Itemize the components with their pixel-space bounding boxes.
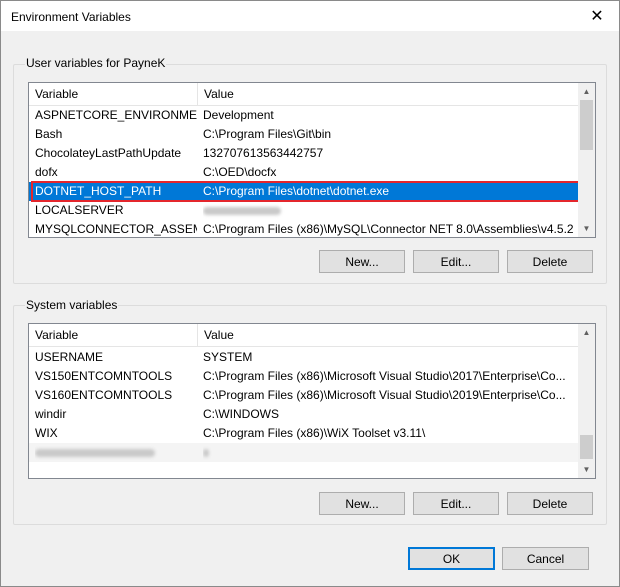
variable-value: C:\Program Files (x86)\Microsoft Visual … — [203, 369, 566, 383]
system-variables-label: System variables — [25, 298, 119, 312]
variable-name: VS150ENTCOMNTOOLS — [35, 369, 173, 383]
column-header-variable[interactable]: Variable — [29, 324, 198, 346]
cancel-button[interactable]: Cancel — [502, 547, 589, 570]
close-button[interactable]: ✕ — [575, 1, 619, 31]
system-delete-button[interactable]: Delete — [507, 492, 593, 515]
system-new-button[interactable]: New... — [319, 492, 405, 515]
list-item[interactable]: DOTNET_HOST_PATH C:\Program Files\dotnet\… — [29, 181, 580, 202]
variable-name: DOTNET_HOST_PATH — [35, 184, 162, 198]
variable-name: LOCALSERVER — [35, 203, 124, 217]
title-bar: Environment Variables ✕ — [1, 1, 619, 31]
column-header-value[interactable]: Value — [198, 324, 578, 346]
variable-value: 132707613563442757 — [203, 146, 324, 160]
vertical-scrollbar[interactable]: ▲ ▼ — [578, 324, 595, 478]
redacted-text — [203, 206, 281, 215]
variable-value: C:\Program Files (x86)\WiX Toolset v3.11… — [203, 426, 426, 440]
user-variables-label: User variables for PayneK — [25, 56, 167, 70]
system-variables-list[interactable]: Variable Value USERNAME SYSTEM VS150ENTCOM… — [28, 323, 596, 479]
scrollbar-thumb[interactable] — [580, 435, 593, 459]
column-header-variable[interactable]: Variable — [29, 83, 198, 105]
close-icon: ✕ — [590, 8, 604, 25]
user-delete-button[interactable]: Delete — [507, 250, 593, 273]
user-new-button[interactable]: New... — [319, 250, 405, 273]
scrollbar-thumb[interactable] — [580, 100, 593, 150]
system-variables-rows: USERNAME SYSTEM VS150ENTCOMNTOOLS C:\Progra… — [29, 348, 578, 478]
redacted-text — [203, 448, 209, 457]
column-header-value[interactable]: Value — [198, 83, 578, 105]
variable-name: USERNAME — [35, 350, 104, 364]
list-item[interactable]: USERNAME SYSTEM — [29, 348, 578, 367]
variable-name: dofx — [35, 165, 58, 179]
variable-name: VS160ENTCOMNTOOLS — [35, 388, 173, 402]
list-item[interactable]: MYSQLCONNECTOR_ASSEM... C:\Program Files … — [29, 220, 578, 237]
variable-value: SYSTEM — [203, 350, 253, 364]
system-edit-button[interactable]: Edit... — [413, 492, 499, 515]
vertical-scrollbar[interactable]: ▲ ▼ — [578, 83, 595, 237]
chevron-up-icon[interactable]: ▲ — [578, 83, 595, 100]
list-item[interactable]: dofx C:\OED\docfx — [29, 163, 578, 182]
list-header: Variable Value — [29, 324, 578, 347]
variable-value — [203, 201, 576, 220]
list-item[interactable] — [29, 443, 578, 462]
list-item[interactable]: VS160ENTCOMNTOOLS C:\Program Files (x86)\… — [29, 386, 578, 405]
list-item[interactable]: ChocolateyLastPathUpdate 1327076135634427… — [29, 144, 578, 163]
variable-name: windir — [35, 407, 67, 421]
redacted-text — [35, 448, 155, 457]
variable-value — [203, 443, 576, 462]
variable-value: C:\WINDOWS — [203, 407, 279, 421]
variable-value: Development — [203, 108, 274, 122]
list-item[interactable]: Bash C:\Program Files\Git\bin — [29, 125, 578, 144]
list-item[interactable]: windir C:\WINDOWS — [29, 405, 578, 424]
list-item[interactable]: VS150ENTCOMNTOOLS C:\Program Files (x86)\… — [29, 367, 578, 386]
ok-button[interactable]: OK — [408, 547, 495, 570]
variable-value: C:\OED\docfx — [203, 165, 277, 179]
variable-value: C:\Program Files (x86)\MySQL\Connector N… — [203, 222, 574, 236]
variable-name: WIX — [35, 426, 58, 440]
chevron-down-icon[interactable]: ▼ — [578, 461, 595, 478]
variable-name: MYSQLCONNECTOR_ASSEM... — [35, 222, 197, 236]
variable-name: Bash — [35, 127, 63, 141]
variable-name: ASPNETCORE_ENVIRONMENT — [35, 108, 197, 122]
list-item[interactable]: LOCALSERVER — [29, 201, 578, 220]
list-item[interactable]: ASPNETCORE_ENVIRONMENT Development — [29, 106, 578, 125]
user-variables-rows: ASPNETCORE_ENVIRONMENT Development Bash C:\… — [29, 106, 580, 237]
variable-name — [35, 443, 197, 462]
user-edit-button[interactable]: Edit... — [413, 250, 499, 273]
environment-variables-dialog: Environment Variables ✕ User variables f… — [0, 0, 620, 587]
window-title: Environment Variables — [11, 10, 131, 24]
variable-value: C:\Program Files (x86)\Microsoft Visual … — [203, 388, 566, 402]
list-item[interactable]: WIX C:\Program Files (x86)\WiX Toolset v3… — [29, 424, 578, 443]
variable-value: C:\Program Files\Git\bin — [203, 127, 332, 141]
user-variables-list[interactable]: Variable Value ASPNETCORE_ENVIRONMENT Dev… — [28, 82, 596, 238]
list-header: Variable Value — [29, 83, 578, 106]
chevron-up-icon[interactable]: ▲ — [578, 324, 595, 341]
variable-name: ChocolateyLastPathUpdate — [35, 146, 182, 160]
variable-value: C:\Program Files\dotnet\dotnet.exe — [203, 184, 390, 198]
chevron-down-icon[interactable]: ▼ — [578, 220, 595, 237]
